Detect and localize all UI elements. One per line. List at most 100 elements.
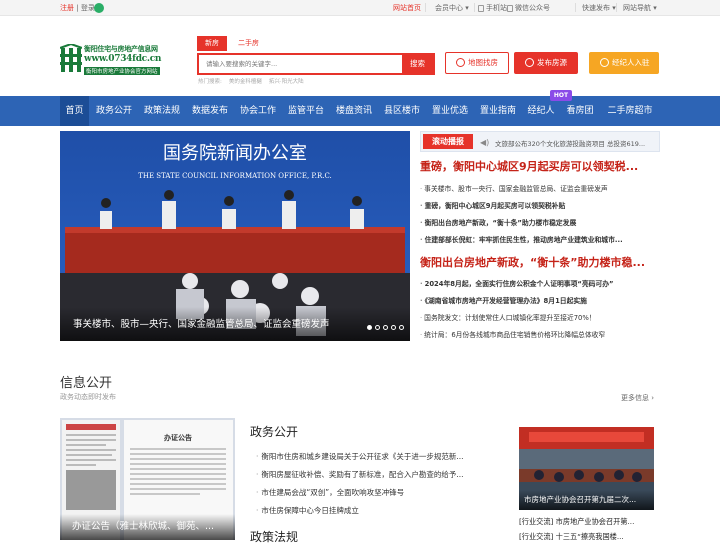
logo-subtitle: 衡阳市房地产业协会官方网站 [84,67,160,75]
top-link-mobile[interactable]: 手机站 [478,3,507,13]
agent-join-button[interactable]: 经纪人入驻 [589,52,659,74]
slider-dot[interactable] [399,325,404,330]
gov-item[interactable]: 衡阳房屋征收补偿、奖励有了新标准，配合入户勘查的给予... [256,469,502,480]
search-box: 搜索 [197,53,435,75]
wechat-small-icon [507,4,513,12]
doc-header: 办证公告 [164,433,192,442]
slider-dot[interactable] [391,325,396,330]
send-icon [525,57,534,67]
news-item[interactable]: 重磅，衡阳中心城区9月起买房可以领契税补贴 [420,200,660,210]
meeting-photo[interactable]: 市房地产业协会召开第九届二次... [519,427,654,510]
nav-data[interactable]: 数据发布 [188,96,232,126]
top-link-publish[interactable]: 快速发布 ▾ [582,3,616,13]
top-link-sitemap[interactable]: 网站导航 ▾ [623,3,657,13]
top-link-publish-label: 快速发布 [582,4,610,12]
slider-dots [364,323,404,332]
top-link-mobile-label: 手机站 [486,4,507,12]
chevron-right-icon: › [651,394,655,402]
hot-searches: 热门搜索: 美的金科檀樾 拓兴·阳光大陆 [198,77,304,85]
gov-affairs-title[interactable]: 政务公开 [250,423,298,440]
logo-url: www.0734fdc.cn [84,54,162,64]
main-nav: 首页 政务公开 政策法规 数据发布 协会工作 监管平台 楼盘资讯 县区楼市 置业… [0,96,720,126]
hot-search-link[interactable]: 拓兴·阳光大陆 [269,79,304,85]
nav-county[interactable]: 县区楼市 [380,96,424,126]
map-search-button[interactable]: 地图找房 [445,52,509,74]
industry-news-item[interactable]: [行业交流] 市房地产业协会召开第... [519,517,659,527]
search-input[interactable] [199,55,402,73]
industry-news-item[interactable]: [行业交流] 十三五“擦亮我国楼... [519,532,659,542]
gov-item[interactable]: 市住房保障中心今日挂牌成立 [256,505,502,516]
news-item[interactable]: 住建部部长倪虹：牢牢抓住民生性，推动房地产业建筑业和城市... [420,234,660,244]
hot-search-link[interactable]: 美的金科檀樾 [229,79,262,85]
divider [425,3,426,12]
more-info-label: 更多信息 [621,394,649,402]
tab-second-hand[interactable]: 二手房 [230,36,267,51]
hot-badge: HOT [550,90,572,101]
doc-caption[interactable]: 办证公告（雅士林欣城、御苑、... [72,518,214,532]
site-logo[interactable]: 衡阳住宅与房地产信息网 www.0734fdc.cn 衡阳市房地产业协会官方网站 [60,42,172,78]
divider [616,3,617,12]
news-item[interactable]: 国务院发文：计划使常住人口城镇化率提升至接近70%！ [420,312,660,322]
photo-caption[interactable]: 市房地产业协会召开第九届二次... [524,494,636,505]
headline-2[interactable]: 衡阳出台房地产新政，“衡十条”助力楼市稳... [420,254,660,270]
hot-search-label: 热门搜索: [198,79,222,85]
divider [575,3,576,12]
news-item[interactable]: 衡阳出台房地产新政，“衡十条”助力楼市稳定发展 [420,217,660,227]
notice-document-image[interactable]: 办证公告 办证公告（雅士林欣城、御苑、... [60,418,235,540]
section-title: 信息公开 [60,376,113,391]
news-slider[interactable]: 国务院新闻办公室 THE STATE COUNCIL INFORMATION O… [60,131,410,341]
gov-item[interactable]: 衡阳市住房和城乡建设局关于公开征求《关于进一步规范新... [256,451,502,462]
gov-item[interactable]: 市住建局会战“双创”，全面吹响攻坚冲锋号 [256,487,502,498]
map-search-label: 地图找房 [468,58,498,67]
search-button[interactable]: 搜索 [402,55,433,73]
agent-icon [600,57,609,67]
doc-caption-bar: 办证公告（雅士林欣城、御苑、... [60,514,235,540]
ticker-label: 滚动播报 [423,134,473,149]
scroll-ticker: 滚动播报 ◀) 文旅部公布320个文化旅游投融资项目 总投资619... [420,131,660,152]
slider-sign-en: THE STATE COUNCIL INFORMATION OFFICE, P.… [138,172,332,180]
slider-caption[interactable]: 事关楼市、股市—央行、国家金融监管总局、证监会重磅发声 [73,316,330,330]
logo-title: 衡阳住宅与房地产信息网 [84,45,158,53]
nav-supervision[interactable]: 监管平台 [284,96,328,126]
nav-home[interactable]: 首页 [60,96,89,126]
divider [499,3,500,12]
top-link-member[interactable]: 会员中心 ▾ [435,3,469,13]
top-link-wechat[interactable]: 微信公众号 [507,3,550,13]
slider-dot[interactable] [367,325,372,330]
nav-second-hand[interactable]: 二手房超市 [601,96,659,126]
map-pin-icon [456,57,465,67]
policy-title[interactable]: 政策法规 [250,528,298,545]
nav-selection[interactable]: 置业优选 [428,96,472,126]
register-link[interactable]: 注册 [60,4,74,12]
news-item[interactable]: 2024年8月起，全面实行住房公积金个人证明事项“亮码可办” [420,278,660,288]
login-link[interactable]: 登录 [81,4,95,12]
photo-caption-bar: 市房地产业协会召开第九届二次... [519,490,654,510]
news-item[interactable]: 《湖南省城市房地产开发经营管理办法》8月1日起实施 [420,295,660,305]
nav-gov-affairs[interactable]: 政务公开 [92,96,136,126]
top-link-wechat-label: 微信公众号 [515,4,550,12]
login-links: 注册 | 登录 [60,3,95,13]
slider-dot[interactable] [375,325,380,330]
ticker-text[interactable]: 文旅部公布320个文化旅游投融资项目 总投资619... [495,138,659,148]
wechat-icon[interactable] [94,3,104,13]
publish-listing-button[interactable]: 发布房源 [514,52,578,74]
more-info-link[interactable]: 更多信息 › [621,393,654,403]
slider-dot[interactable] [383,325,388,330]
news-item[interactable]: 统计局：6月份各线城市商品住宅销售价格环比降幅总体收窄 [420,329,660,339]
logo-mark-icon [60,44,82,72]
nav-property-news[interactable]: 楼盘资讯 [332,96,376,126]
nav-association[interactable]: 协会工作 [236,96,280,126]
phone-icon [478,4,484,12]
nav-policy[interactable]: 政策法规 [140,96,184,126]
tab-new-house[interactable]: 新房 [197,36,227,51]
top-link-member-label: 会员中心 [435,4,463,12]
login-separator: | [76,4,79,12]
headline-1[interactable]: 重磅，衡阳中心城区9月起买房可以领契税... [420,158,660,174]
divider [474,3,475,12]
slider-caption-bar: 事关楼市、股市—央行、国家金融监管总局、证监会重磅发声 [60,307,410,341]
top-link-sitemap-label: 网站导航 [623,4,651,12]
nav-guide[interactable]: 置业指南 [476,96,520,126]
agent-join-label: 经纪人入驻 [612,58,650,67]
news-item[interactable]: 事关楼市、股市—央行、国家金融监管总局、证监会重磅发声 [420,183,660,193]
top-link-home[interactable]: 网站首页 [393,3,421,13]
